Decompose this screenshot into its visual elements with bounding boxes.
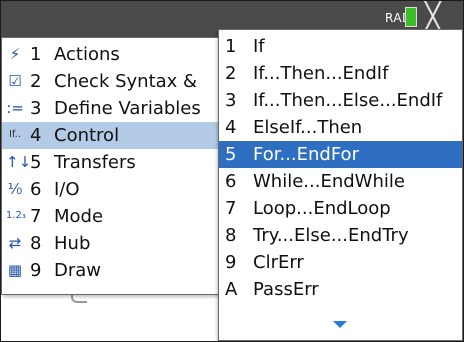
submenu-item-number: 1 <box>225 36 237 57</box>
draw-grid-icon: ▦ <box>7 261 23 279</box>
submenu-item-label: Loop...EndLoop <box>253 198 391 219</box>
submenu-item-number: 7 <box>225 198 237 219</box>
menu-item-label: Hub <box>54 233 91 254</box>
submenu-item-try-else-endtry[interactable]: 8 Try...Else...EndTry <box>219 222 462 249</box>
close-icon[interactable]: ╳ <box>425 3 441 31</box>
control-if-icon: If.. <box>8 129 22 140</box>
menu-item-label: Mode <box>54 206 104 227</box>
submenu-item-number: 2 <box>225 63 237 84</box>
submenu-item-clrerr[interactable]: 9 ClrErr <box>219 249 462 276</box>
menu-item-number: 4 <box>30 125 42 146</box>
menu-item-label: Draw <box>54 260 102 281</box>
check-syntax-icon: ☑ <box>8 72 22 90</box>
menu-item-number: 6 <box>30 179 42 200</box>
battery-icon <box>405 7 417 27</box>
control-submenu: 1 If 2 If...Then...EndIf 3 If...Then...E… <box>218 29 463 341</box>
submenu-item-label: If <box>253 36 265 57</box>
io-fraction-icon: ⅟₀ <box>7 180 23 198</box>
menu-item-label: Control <box>54 125 120 146</box>
submenu-item-passerr[interactable]: A PassErr <box>219 276 462 303</box>
mode-123-icon: 1.2₃ <box>6 210 26 221</box>
submenu-item-label: PassErr <box>253 279 319 300</box>
menu-item-label: Actions <box>54 44 120 65</box>
calculator-screen: RAD ╳ ⚡ 1 Actions ☑ 2 Check Syntax & := … <box>0 0 464 342</box>
menu-item-number: 5 <box>30 152 42 173</box>
submenu-item-number: A <box>225 279 238 300</box>
menu-item-number: 7 <box>30 206 42 227</box>
transfers-arrows-icon: ↑↓ <box>6 153 32 171</box>
submenu-item-number: 5 <box>225 144 237 165</box>
menu-item-number: 3 <box>30 98 42 119</box>
menu-item-label: Define Variables <box>54 98 201 119</box>
submenu-item-if-then-endif[interactable]: 2 If...Then...EndIf <box>219 60 462 87</box>
submenu-item-label: Try...Else...EndTry <box>253 225 409 246</box>
submenu-item-number: 3 <box>225 90 237 111</box>
hub-arrows-icon: ⇄ <box>8 234 22 252</box>
submenu-item-number: 9 <box>225 252 237 273</box>
submenu-item-label: If...Then...EndIf <box>253 63 389 84</box>
submenu-item-elseif-then[interactable]: 4 ElseIf...Then <box>219 114 462 141</box>
submenu-item-label: While...EndWhile <box>253 171 405 192</box>
define-variables-icon: := <box>6 99 24 117</box>
submenu-item-label: ClrErr <box>253 252 304 273</box>
submenu-item-label: If...Then...Else...EndIf <box>253 90 443 111</box>
menu-item-number: 9 <box>30 260 42 281</box>
submenu-item-if-then-else-endif[interactable]: 3 If...Then...Else...EndIf <box>219 87 462 114</box>
submenu-item-label: For...EndFor <box>253 144 359 165</box>
menu-item-label: I/O <box>54 179 80 200</box>
actions-lightning-icon: ⚡ <box>9 45 21 63</box>
menu-item-number: 2 <box>30 71 42 92</box>
submenu-item-number: 8 <box>225 225 237 246</box>
menu-item-label: Transfers <box>54 152 136 173</box>
submenu-item-while-endwhile[interactable]: 6 While...EndWhile <box>219 168 462 195</box>
submenu-item-for-endfor[interactable]: 5 For...EndFor <box>219 141 462 168</box>
submenu-item-loop-endloop[interactable]: 7 Loop...EndLoop <box>219 195 462 222</box>
menu-item-number: 1 <box>30 44 42 65</box>
submenu-item-if[interactable]: 1 If <box>219 33 462 60</box>
menu-item-label: Check Syntax & <box>54 71 198 92</box>
submenu-item-number: 6 <box>225 171 237 192</box>
scroll-down-arrow-icon[interactable] <box>333 321 347 328</box>
submenu-item-number: 4 <box>225 117 237 138</box>
menu-item-number: 8 <box>30 233 42 254</box>
submenu-item-label: ElseIf...Then <box>253 117 363 138</box>
